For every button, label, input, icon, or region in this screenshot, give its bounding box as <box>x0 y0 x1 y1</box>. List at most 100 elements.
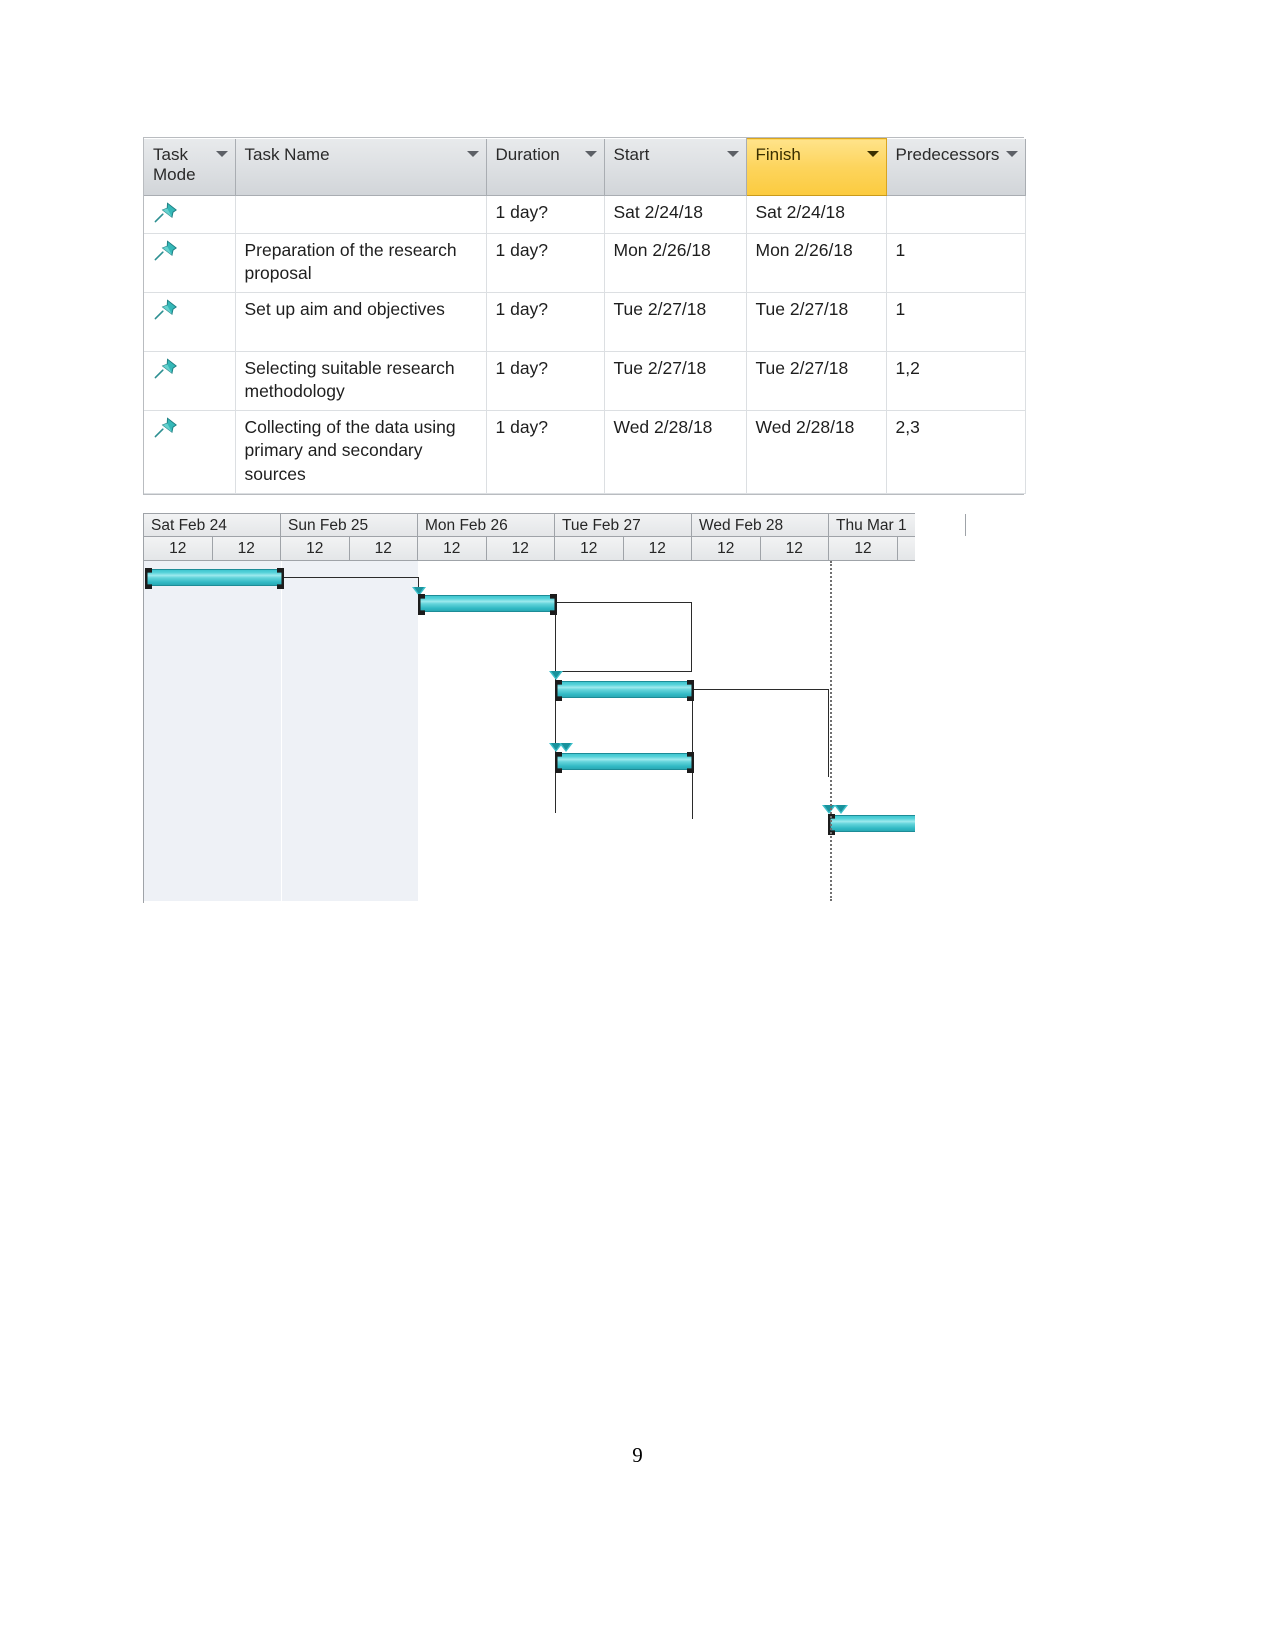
task-table: Task Mode Task Name Duration Start Finis… <box>144 138 1026 494</box>
timescale-day-5: Thu Mar 1 <box>829 514 966 536</box>
cell-start[interactable]: Wed 2/28/18 <box>604 410 747 494</box>
manually-scheduled-pin-icon <box>154 240 177 261</box>
table-row[interactable]: Preparation of the research proposal 1 d… <box>144 233 1026 293</box>
cell-start[interactable]: Tue 2/27/18 <box>604 292 747 352</box>
timescale-hour-2: 12 <box>281 537 350 560</box>
timescale-hour-0: 12 <box>144 537 213 560</box>
link-line-2-3-v <box>691 602 692 672</box>
filter-arrow-icon-finish[interactable] <box>866 151 879 157</box>
cell-predecessors[interactable]: 2,3 <box>886 410 1026 494</box>
cell-predecessors[interactable] <box>886 195 1026 234</box>
column-header-task-mode[interactable]: Task Mode <box>144 138 236 196</box>
timescale-tier-days: Sat Feb 24 Sun Feb 25 Mon Feb 26 Tue Feb… <box>144 513 966 537</box>
link-line-2-3-h2 <box>555 671 692 672</box>
timescale-hour-8: 12 <box>692 537 761 560</box>
gantt-bar-task-5[interactable] <box>829 815 915 832</box>
status-date-line <box>830 561 832 901</box>
column-header-finish-label: Finish <box>755 145 801 164</box>
cell-task-name[interactable]: Preparation of the research proposal <box>235 233 487 293</box>
filter-arrow-icon-task-mode[interactable] <box>215 150 228 157</box>
link-line-3-5-v <box>828 689 829 777</box>
manually-scheduled-pin-icon <box>154 358 177 379</box>
page-number: 9 <box>632 1443 643 1467</box>
cell-finish[interactable]: Tue 2/27/18 <box>746 351 887 411</box>
cell-task-mode[interactable] <box>144 195 236 234</box>
timescale-day-0: Sat Feb 24 <box>144 514 281 536</box>
cell-duration[interactable]: 1 day? <box>486 410 605 494</box>
cell-finish[interactable]: Mon 2/26/18 <box>746 233 887 293</box>
gantt-bar-task-4[interactable] <box>556 753 693 770</box>
timescale-hour-9: 12 <box>761 537 829 560</box>
table-row[interactable]: 1 day? Sat 2/24/18 Sat 2/24/18 <box>144 195 1026 234</box>
cell-task-name[interactable]: Selecting suitable research methodology <box>235 351 487 411</box>
filter-arrow-icon-task-name[interactable] <box>466 150 479 157</box>
timescale-day-3: Tue Feb 27 <box>555 514 692 536</box>
timescale-day-2: Mon Feb 26 <box>418 514 555 536</box>
column-header-finish[interactable]: Finish <box>745 138 887 196</box>
timescale-day-4: Wed Feb 28 <box>692 514 829 536</box>
task-table-container[interactable]: Task Mode Task Name Duration Start Finis… <box>143 137 1026 495</box>
timescale-hour-4: 12 <box>418 537 487 560</box>
cell-start[interactable]: Sat 2/24/18 <box>604 195 747 234</box>
timescale-hour-1: 12 <box>213 537 281 560</box>
timescale-hour-7: 12 <box>624 537 692 560</box>
cell-duration[interactable]: 1 day? <box>486 292 605 352</box>
cell-finish[interactable]: Tue 2/27/18 <box>746 292 887 352</box>
link-arrow-into-task4-b <box>559 743 573 752</box>
column-header-task-name[interactable]: Task Name <box>235 138 487 196</box>
timescale-hour-3: 12 <box>350 537 418 560</box>
cell-predecessors[interactable]: 1 <box>886 292 1026 352</box>
timescale-hour-6: 12 <box>555 537 624 560</box>
gantt-bar-task-1[interactable] <box>146 569 283 586</box>
column-header-task-name-label: Task Name <box>244 144 330 164</box>
cell-task-mode[interactable] <box>144 410 236 494</box>
manually-scheduled-pin-icon <box>154 299 177 320</box>
link-line-1-2-h <box>282 577 419 578</box>
cell-start[interactable]: Mon 2/26/18 <box>604 233 747 293</box>
column-header-predecessors[interactable]: Predecessors <box>886 138 1026 196</box>
column-header-start-label: Start <box>613 144 650 164</box>
table-row[interactable]: Set up aim and objectives 1 day? Tue 2/2… <box>144 292 1026 352</box>
nonworking-time-sat <box>144 561 281 901</box>
column-header-duration[interactable]: Duration <box>486 138 605 196</box>
cell-task-mode[interactable] <box>144 233 236 293</box>
cell-finish[interactable]: Wed 2/28/18 <box>746 410 887 494</box>
cell-task-mode[interactable] <box>144 292 236 352</box>
cell-predecessors[interactable]: 1,2 <box>886 351 1026 411</box>
cell-duration[interactable]: 1 day? <box>486 351 605 411</box>
link-arrow-into-task5-b <box>834 805 848 814</box>
gantt-plot-area[interactable] <box>144 561 915 901</box>
filter-arrow-icon-duration[interactable] <box>584 150 597 157</box>
nonworking-time-sun <box>282 561 418 901</box>
link-line-2-4-v <box>555 603 556 813</box>
cell-task-name[interactable]: Collecting of the data using primary and… <box>235 410 487 494</box>
gantt-bar-task-2[interactable] <box>419 595 556 612</box>
column-header-predecessors-label: Predecessors <box>895 144 1000 164</box>
cell-task-name[interactable]: Set up aim and objectives <box>235 292 487 352</box>
link-line-2-3-h <box>555 602 692 603</box>
timescale-hour-10: 12 <box>829 537 898 560</box>
link-arrow-into-task3 <box>549 671 563 680</box>
cell-start[interactable]: Tue 2/27/18 <box>604 351 747 411</box>
timescale-hour-5: 12 <box>487 537 555 560</box>
cell-duration[interactable]: 1 day? <box>486 233 605 293</box>
timescale-tier-hours: 12 12 12 12 12 12 12 12 12 12 12 <box>144 537 915 561</box>
cell-finish[interactable]: Sat 2/24/18 <box>746 195 887 234</box>
timescale-day-1: Sun Feb 25 <box>281 514 418 536</box>
gantt-bar-task-3[interactable] <box>556 681 693 698</box>
table-header-row: Task Mode Task Name Duration Start Finis… <box>144 138 1026 196</box>
link-line-3-5-h <box>692 689 829 690</box>
cell-task-mode[interactable] <box>144 351 236 411</box>
manually-scheduled-pin-icon <box>154 202 177 223</box>
cell-task-name[interactable] <box>235 195 487 234</box>
cell-predecessors[interactable]: 1 <box>886 233 1026 293</box>
gantt-chart[interactable]: Sat Feb 24 Sun Feb 25 Mon Feb 26 Tue Feb… <box>143 513 966 903</box>
cell-duration[interactable]: 1 day? <box>486 195 605 234</box>
table-row[interactable]: Collecting of the data using primary and… <box>144 410 1026 494</box>
column-header-start[interactable]: Start <box>604 138 747 196</box>
filter-arrow-icon-predecessors[interactable] <box>1005 150 1018 157</box>
filter-arrow-icon-start[interactable] <box>726 150 739 157</box>
task-table-body: 1 day? Sat 2/24/18 Sat 2/24/18 Preparati… <box>144 195 1026 494</box>
table-row[interactable]: Selecting suitable research methodology … <box>144 351 1026 411</box>
manually-scheduled-pin-icon <box>154 417 177 438</box>
